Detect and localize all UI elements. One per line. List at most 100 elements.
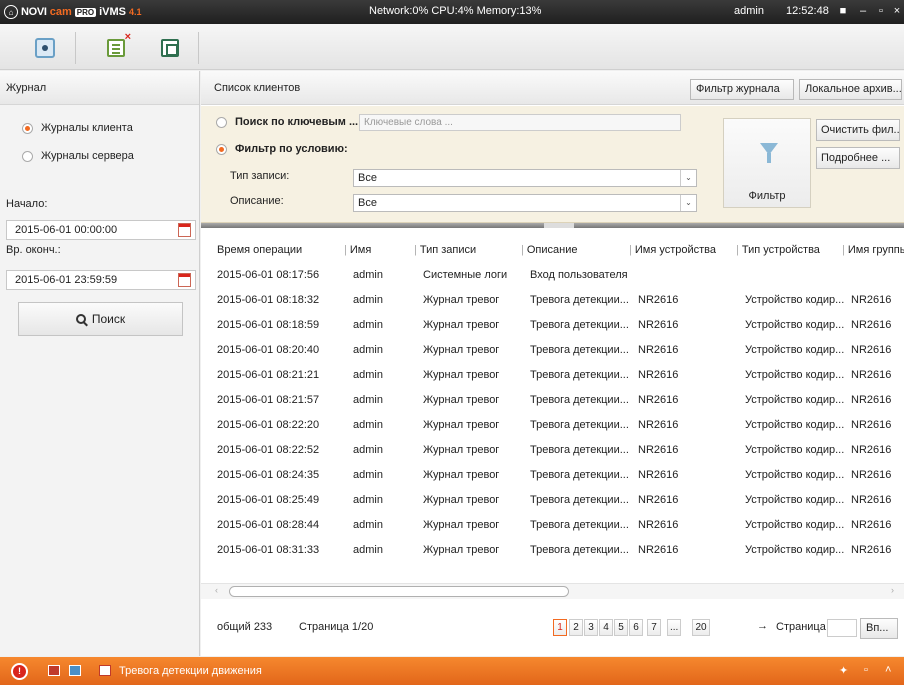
column-header[interactable]: | Имя устройства bbox=[629, 244, 716, 256]
table-cell: admin bbox=[353, 494, 383, 506]
table-row[interactable]: 2015-06-01 08:22:52 admin Журнал тревог Тре… bbox=[201, 440, 904, 465]
alarm-message[interactable]: Тревога детекции движения bbox=[119, 665, 262, 677]
pagination: общий 233 Страница 1/20 1 2 3 4 5 6 7... 20 → С… bbox=[201, 602, 904, 656]
scroll-right-icon[interactable]: › bbox=[891, 585, 894, 595]
page-button[interactable]: 2 bbox=[569, 619, 583, 636]
column-header[interactable]: | Описание bbox=[521, 244, 577, 256]
search-button[interactable]: Поиск bbox=[18, 302, 183, 336]
scrollbar-thumb[interactable] bbox=[229, 586, 569, 597]
close-icon[interactable]: × bbox=[892, 4, 902, 18]
page-button[interactable]: ... bbox=[667, 619, 682, 636]
table-row[interactable]: 2015-06-01 08:18:59 admin Журнал тревог Тре… bbox=[201, 315, 904, 340]
title-bar: ⌂ NOVI cam PRO iVMS 4.1 Network:0% CPU:4% … bbox=[0, 0, 904, 24]
start-time-value: 2015-06-01 00:00:00 bbox=[15, 224, 118, 236]
clear-filter-button[interactable]: Очистить фил... bbox=[816, 119, 900, 141]
column-header[interactable]: | Тип устройства bbox=[736, 244, 820, 256]
table-cell: 2015-06-01 08:18:59 bbox=[217, 319, 320, 331]
horizontal-scrollbar[interactable]: ‹ › bbox=[201, 583, 904, 599]
table-row[interactable]: 2015-06-01 08:31:33 admin Журнал тревог Тре… bbox=[201, 540, 904, 565]
log-search-button[interactable] bbox=[155, 33, 185, 63]
table-row[interactable]: 2015-06-01 08:25:49 admin Журнал тревог Тре… bbox=[201, 490, 904, 515]
panel-splitter[interactable] bbox=[201, 223, 904, 228]
panel-header: Список клиентов Фильтр журнала Локальное… bbox=[201, 71, 904, 105]
table-row[interactable]: 2015-06-01 08:17:56 admin Системные логи Вх… bbox=[201, 265, 904, 290]
calendar-icon[interactable] bbox=[178, 273, 191, 287]
table-cell: admin bbox=[353, 419, 383, 431]
table-cell: Системные логи bbox=[423, 269, 508, 281]
table-cell: Журнал тревог bbox=[423, 544, 500, 556]
local-archive-button[interactable]: Локальное архив... bbox=[799, 79, 902, 100]
current-user[interactable]: admin bbox=[734, 5, 764, 17]
page-button[interactable]: 7 bbox=[647, 619, 661, 636]
filter-button[interactable]: Фильтр bbox=[723, 118, 811, 208]
table-row[interactable]: 2015-06-01 08:24:35 admin Журнал тревог Тре… bbox=[201, 465, 904, 490]
column-header[interactable]: | Имя bbox=[344, 244, 371, 256]
condition-filter-radio[interactable]: Фильтр по условию: bbox=[216, 143, 348, 155]
table-row[interactable]: 2015-06-01 08:28:44 admin Журнал тревог Тре… bbox=[201, 515, 904, 540]
end-time-value: 2015-06-01 23:59:59 bbox=[15, 274, 118, 286]
table-cell: 2015-06-01 08:28:44 bbox=[217, 519, 320, 531]
expand-up-icon[interactable]: ˄ bbox=[885, 664, 891, 676]
table-row[interactable]: 2015-06-01 08:21:57 admin Журнал тревог Тре… bbox=[201, 390, 904, 415]
table-cell: admin bbox=[353, 444, 383, 456]
end-time-field[interactable]: 2015-06-01 23:59:59 bbox=[6, 270, 196, 290]
close-tab-icon[interactable]: × bbox=[125, 31, 131, 43]
keyword-input[interactable]: Ключевые слова ... bbox=[359, 114, 681, 131]
toolbar-divider bbox=[75, 32, 76, 64]
scroll-left-icon[interactable]: ‹ bbox=[215, 585, 218, 595]
page-button[interactable]: 4 bbox=[599, 619, 613, 636]
table-row[interactable]: 2015-06-01 08:21:21 admin Журнал тревог Тре… bbox=[201, 365, 904, 390]
page-button[interactable]: 1 bbox=[553, 619, 567, 636]
filter-panel: Поиск по ключевым ... Ключевые слова ...… bbox=[201, 106, 904, 223]
table-cell: Журнал тревог bbox=[423, 344, 500, 356]
calendar-icon[interactable] bbox=[178, 223, 191, 237]
table-cell: 2015-06-01 08:20:40 bbox=[217, 344, 320, 356]
alarm-device-icon[interactable] bbox=[48, 665, 60, 676]
home-icon: ⌂ bbox=[4, 5, 18, 19]
column-header[interactable]: | Тип записи bbox=[414, 244, 476, 256]
panel-title: Список клиентов bbox=[214, 82, 301, 94]
table-cell: Устройство кодир... bbox=[745, 319, 845, 331]
goto-page-button[interactable]: Вп... bbox=[860, 618, 898, 639]
column-header[interactable]: Время операции bbox=[217, 244, 302, 256]
client-logs-radio[interactable]: Журналы клиента bbox=[22, 122, 133, 134]
column-header[interactable]: | Имя группы bbox=[842, 244, 904, 256]
pin-icon[interactable]: ✦ bbox=[839, 664, 848, 677]
live-view-button[interactable] bbox=[30, 33, 60, 63]
page-button[interactable]: 3 bbox=[584, 619, 598, 636]
description-select[interactable]: Все ⌄ bbox=[353, 194, 697, 212]
logo-version: 4.1 bbox=[128, 7, 142, 17]
minimize-icon[interactable]: – bbox=[856, 4, 870, 18]
table-cell: NR2616 bbox=[638, 494, 679, 506]
table-row[interactable]: 2015-06-01 08:22:20 admin Журнал тревог Тре… bbox=[201, 415, 904, 440]
table-row[interactable]: 2015-06-01 08:18:32 admin Журнал тревог Тре… bbox=[201, 290, 904, 315]
maximize-icon[interactable]: ▫ bbox=[874, 4, 888, 18]
lock-icon[interactable]: ■ bbox=[836, 4, 850, 18]
start-time-field[interactable]: 2015-06-01 00:00:00 bbox=[6, 220, 196, 240]
filter-log-button[interactable]: Фильтр журнала bbox=[690, 79, 794, 100]
page-button[interactable]: 5 bbox=[614, 619, 628, 636]
window-icon[interactable]: ▫ bbox=[864, 664, 868, 676]
goto-page-input[interactable] bbox=[827, 619, 857, 637]
table-cell: NR2616 bbox=[638, 469, 679, 481]
table-cell: 2015-06-01 08:18:32 bbox=[217, 294, 320, 306]
logo-brand-accent: cam bbox=[49, 6, 72, 18]
table-cell: 2015-06-01 08:31:33 bbox=[217, 544, 320, 556]
server-logs-radio[interactable]: Журналы сервера bbox=[22, 150, 134, 162]
more-button[interactable]: Подробнее ... bbox=[816, 147, 900, 169]
start-time-label: Начало: bbox=[6, 198, 48, 210]
alarm-icon[interactable]: ! bbox=[11, 663, 28, 680]
condition-filter-label: Фильтр по условию: bbox=[235, 143, 348, 155]
device-management-button[interactable]: × bbox=[101, 31, 131, 63]
table-cell: Устройство кодир... bbox=[745, 519, 845, 531]
table-cell: admin bbox=[353, 319, 383, 331]
table-cell: NR2616 bbox=[638, 319, 679, 331]
page-button[interactable]: 6 bbox=[629, 619, 643, 636]
keyword-search-radio[interactable]: Поиск по ключевым ... bbox=[216, 116, 358, 128]
alarm-list-icon[interactable] bbox=[69, 665, 81, 676]
record-type-select[interactable]: Все ⌄ bbox=[353, 169, 697, 187]
table-cell: 2015-06-01 08:25:49 bbox=[217, 494, 320, 506]
page-button[interactable]: 20 bbox=[692, 619, 710, 636]
splitter-grip-icon[interactable] bbox=[544, 223, 574, 228]
table-row[interactable]: 2015-06-01 08:20:40 admin Журнал тревог Тре… bbox=[201, 340, 904, 365]
